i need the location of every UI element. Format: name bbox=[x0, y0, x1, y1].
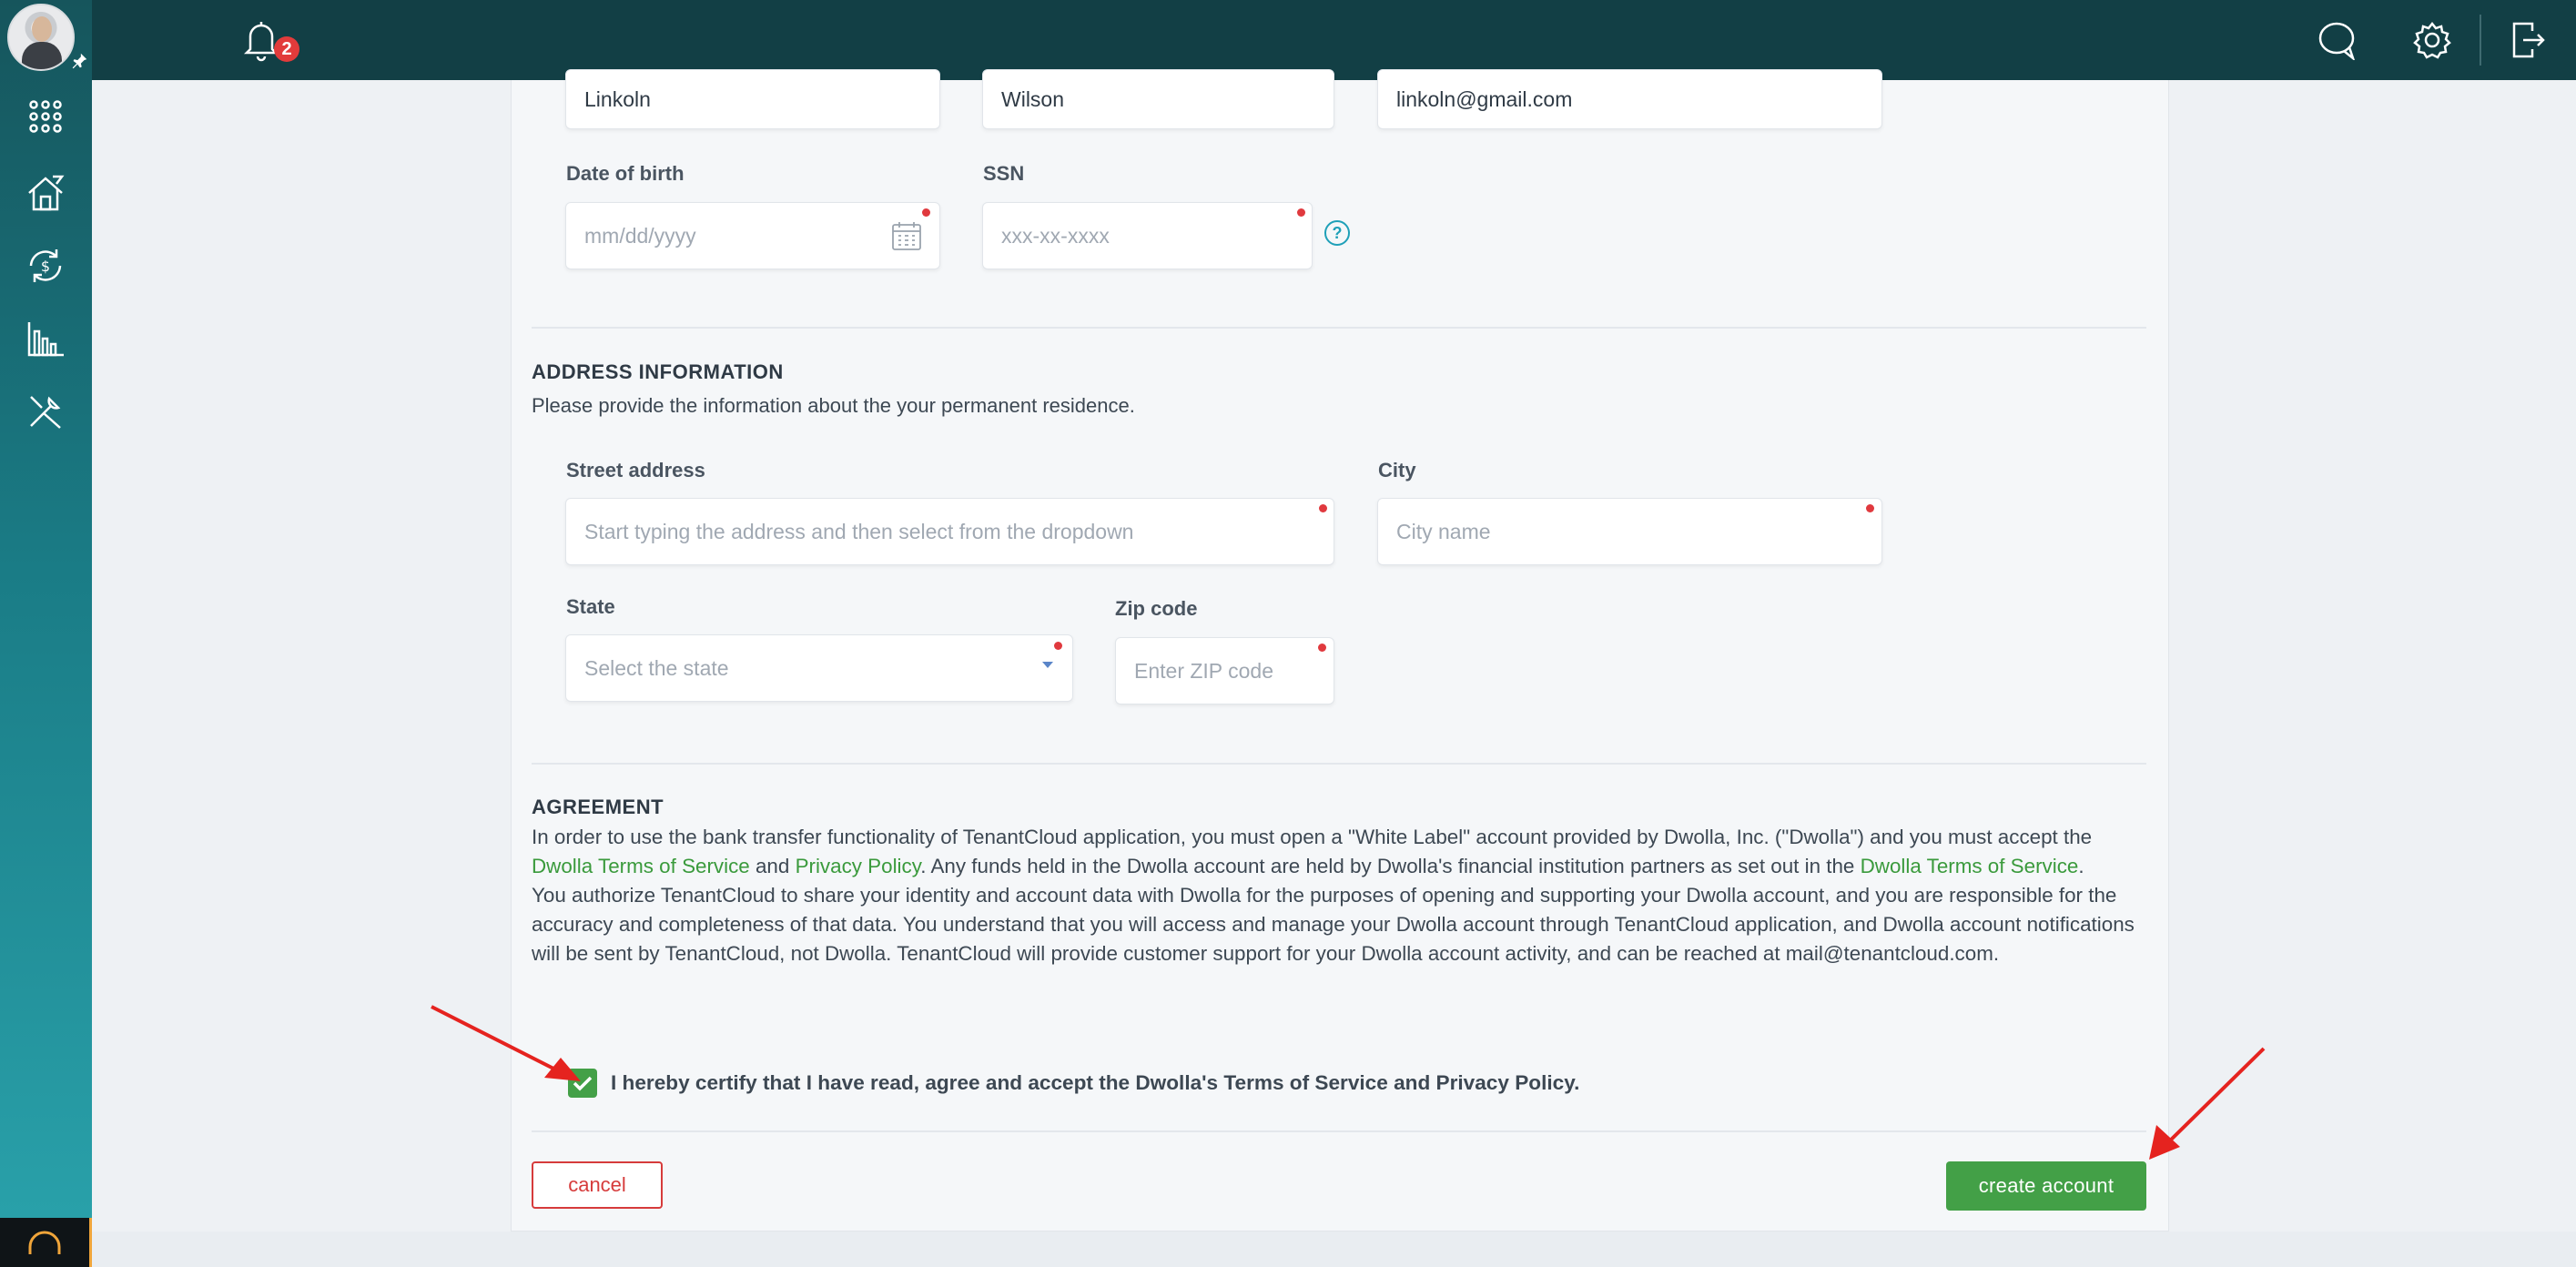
chat-icon bbox=[2318, 22, 2355, 60]
last-name-input[interactable]: Wilson bbox=[982, 69, 1334, 129]
avatar[interactable] bbox=[7, 4, 75, 71]
sidebar: $ bbox=[0, 0, 92, 1267]
page-footer-strip bbox=[92, 1232, 2576, 1267]
dwolla-tos-link-2[interactable]: Dwolla Terms of Service bbox=[1861, 855, 2079, 877]
zip-input[interactable]: Enter ZIP code bbox=[1115, 637, 1334, 704]
help-icon[interactable]: ? bbox=[1324, 220, 1350, 246]
apps-grid-icon[interactable] bbox=[16, 87, 75, 146]
reports-icon[interactable] bbox=[16, 309, 75, 368]
dob-input[interactable]: mm/dd/yyyy bbox=[565, 202, 940, 269]
cancel-button[interactable]: cancel bbox=[532, 1161, 663, 1209]
state-select[interactable]: Select the state bbox=[565, 634, 1073, 702]
email-input[interactable]: linkoln@gmail.com bbox=[1377, 69, 1882, 129]
properties-icon[interactable] bbox=[16, 164, 75, 222]
address-section-subtitle: Please provide the information about the… bbox=[532, 394, 1135, 417]
checkmark-icon bbox=[573, 1076, 593, 1091]
payments-icon[interactable]: $ bbox=[16, 237, 75, 295]
section-divider bbox=[532, 763, 2146, 765]
dwolla-tos-link[interactable]: Dwolla Terms of Service bbox=[532, 855, 750, 877]
agreement-text-segment: . Any funds held in the Dwolla account a… bbox=[920, 855, 1861, 877]
actions-divider bbox=[532, 1130, 2146, 1132]
required-marker bbox=[1054, 642, 1062, 650]
pin-icon[interactable] bbox=[69, 51, 89, 71]
street-input[interactable]: Start typing the address and then select… bbox=[565, 498, 1334, 565]
notification-badge: 2 bbox=[274, 36, 299, 62]
settings-button[interactable] bbox=[2385, 0, 2480, 80]
ssn-label: SSN bbox=[983, 162, 1025, 185]
support-button[interactable] bbox=[0, 1218, 92, 1267]
agreement-paragraph-1: In order to use the bank transfer functi… bbox=[532, 823, 2145, 881]
logout-icon bbox=[2512, 22, 2545, 58]
svg-text:$: $ bbox=[41, 258, 50, 275]
required-marker bbox=[1318, 644, 1326, 652]
calendar-icon[interactable] bbox=[891, 220, 922, 251]
street-label: Street address bbox=[566, 459, 705, 481]
agreement-text-segment: In order to use the bank transfer functi… bbox=[532, 826, 2093, 848]
required-marker bbox=[1297, 208, 1305, 217]
maintenance-icon[interactable] bbox=[16, 382, 75, 441]
address-section-title: ADDRESS INFORMATION bbox=[532, 360, 784, 383]
chat-button[interactable] bbox=[2290, 0, 2385, 80]
agreement-paragraph-2: You authorize TenantCloud to share your … bbox=[532, 884, 2135, 965]
agreement-text-segment: . bbox=[2078, 855, 2084, 877]
zip-label: Zip code bbox=[1115, 597, 1198, 620]
privacy-policy-link[interactable]: Privacy Policy bbox=[796, 855, 921, 877]
section-divider bbox=[532, 327, 2146, 329]
first-name-input[interactable]: Linkoln bbox=[565, 69, 940, 129]
certify-label[interactable]: I hereby certify that I have read, agree… bbox=[611, 1071, 1579, 1095]
required-marker bbox=[1319, 504, 1327, 512]
create-account-button[interactable]: create account bbox=[1946, 1161, 2146, 1211]
ssn-input[interactable]: xxx-xx-xxxx bbox=[982, 202, 1313, 269]
logout-button[interactable] bbox=[2481, 0, 2576, 80]
certify-checkbox[interactable] bbox=[568, 1069, 597, 1098]
required-marker bbox=[1866, 504, 1874, 512]
city-input[interactable]: City name bbox=[1377, 498, 1882, 565]
gear-icon bbox=[2413, 21, 2451, 59]
agreement-text-segment: and bbox=[749, 855, 796, 877]
city-label: City bbox=[1378, 459, 1416, 481]
headset-icon bbox=[28, 1231, 61, 1254]
dob-label: Date of birth bbox=[566, 162, 685, 185]
chevron-down-icon bbox=[1042, 662, 1053, 668]
required-marker bbox=[922, 208, 930, 217]
agreement-section-title: AGREEMENT bbox=[532, 796, 664, 818]
top-actions bbox=[2290, 0, 2576, 80]
agreement-text: In order to use the bank transfer functi… bbox=[532, 823, 2145, 968]
top-bar: 2 bbox=[92, 0, 2576, 80]
state-label: State bbox=[566, 595, 615, 618]
